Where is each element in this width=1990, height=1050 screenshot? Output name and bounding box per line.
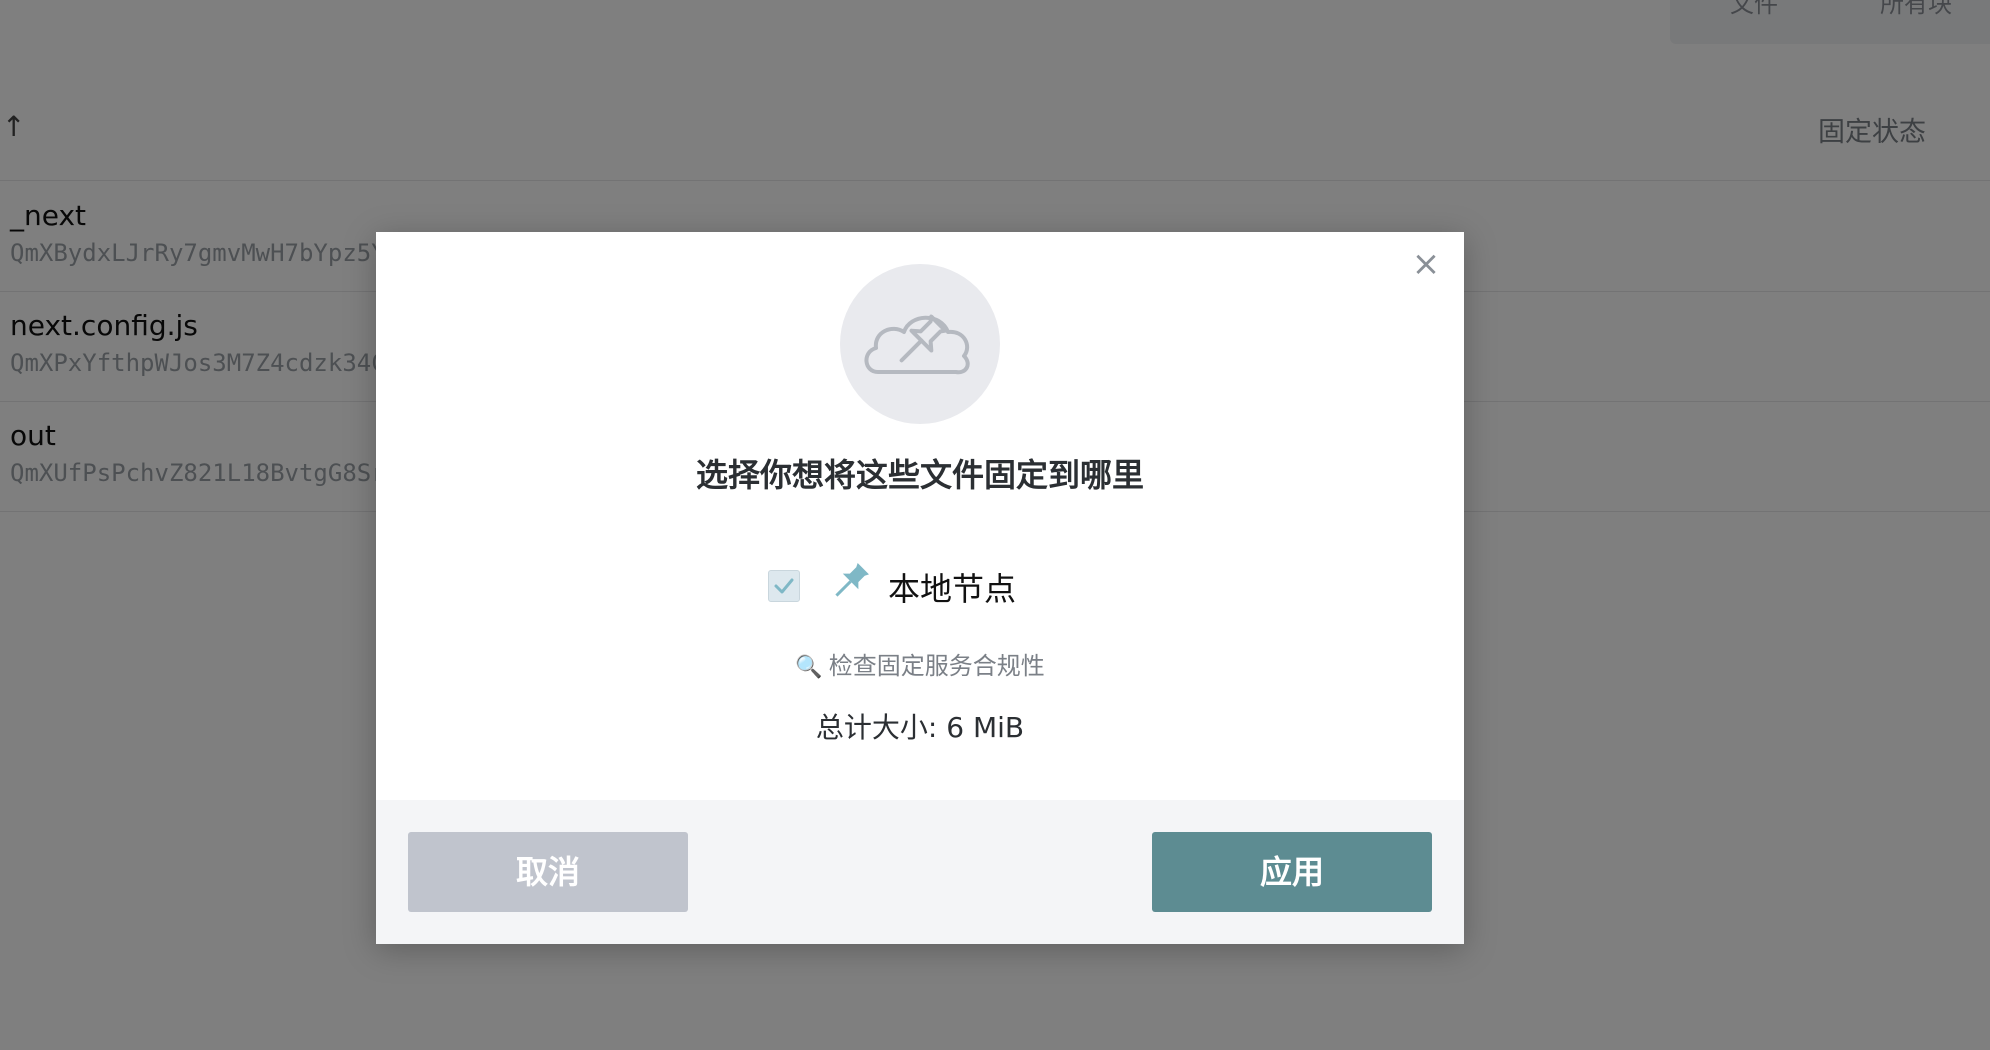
pin-location-option[interactable]: 本地节点 bbox=[768, 562, 1088, 608]
magnifier-icon: 🔍 bbox=[795, 655, 823, 680]
total-size: 总计大小: 6 MiB bbox=[815, 711, 1025, 744]
apply-button[interactable]: 应用 bbox=[1152, 832, 1432, 912]
compliance-link-text[interactable]: 检查固定服务合规性 bbox=[829, 652, 1045, 680]
check-compliance-link[interactable]: 🔍 检查固定服务合规性 bbox=[376, 646, 1464, 681]
modal-title: 选择你想将这些文件固定到哪里 bbox=[695, 456, 1144, 494]
pin-modal: × 选择你想将这些文件固定到哪里 本地节点 🔍 检查固定服务合规性 总计大小: … bbox=[376, 232, 1464, 944]
close-button[interactable]: × bbox=[1408, 246, 1444, 282]
cancel-button[interactable]: 取消 bbox=[408, 832, 688, 912]
modal-footer: 取消 应用 bbox=[376, 800, 1464, 944]
local-node-checkbox[interactable] bbox=[768, 570, 800, 602]
pin-icon bbox=[828, 562, 872, 610]
local-node-label: 本地节点 bbox=[888, 570, 1017, 608]
cloud-pin-icon bbox=[840, 264, 1000, 424]
